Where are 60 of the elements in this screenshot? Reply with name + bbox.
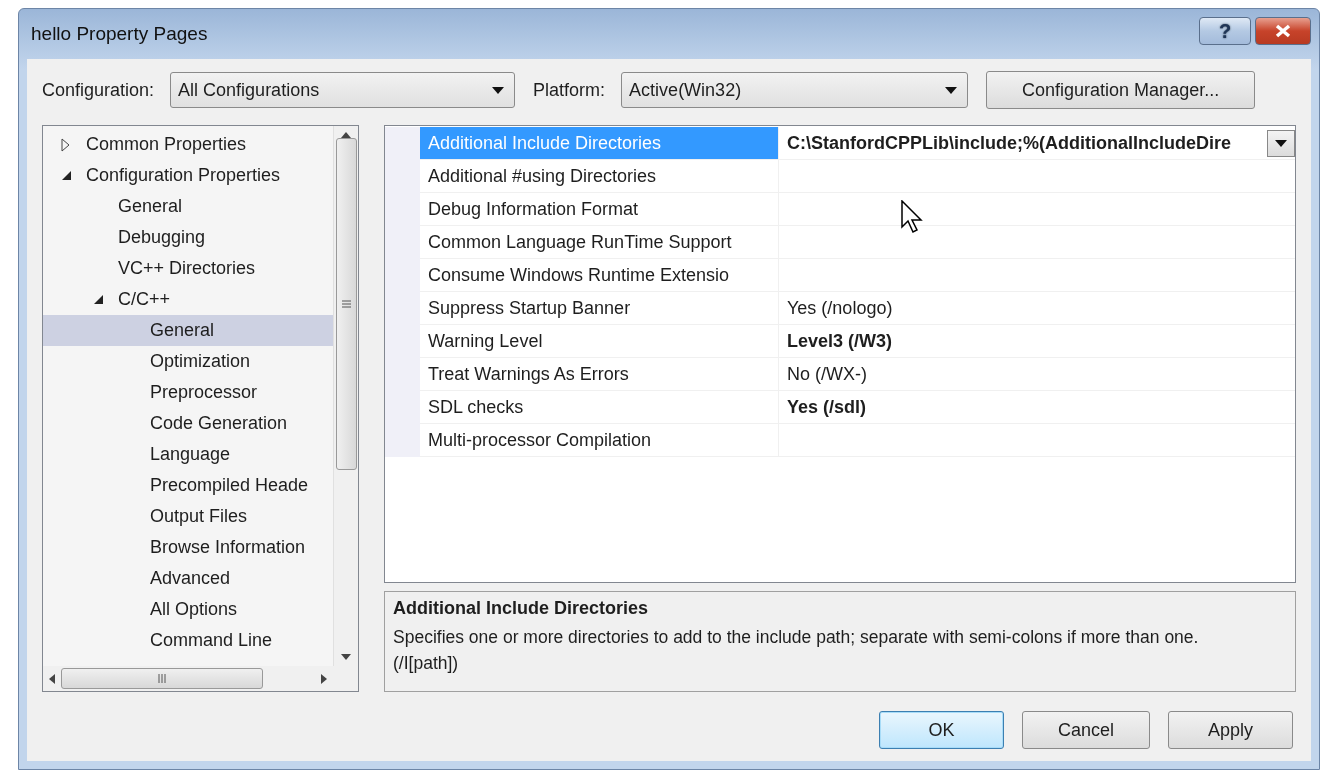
property-name[interactable]: Suppress Startup Banner [420, 292, 779, 325]
tree-item[interactable]: General [43, 315, 333, 346]
expanded-triangle-icon[interactable] [93, 294, 104, 305]
property-name[interactable]: Additional #using Directories [420, 160, 779, 193]
property-name[interactable]: Warning Level [420, 325, 779, 358]
tree-item[interactable]: Debugging [43, 222, 333, 253]
dialog-button[interactable]: Cancel [1022, 711, 1150, 749]
tree-item[interactable]: VC++ Directories [43, 253, 333, 284]
tree-item[interactable]: Precompiled Heade [43, 470, 333, 501]
tree-item[interactable]: All Options [43, 594, 333, 625]
description-text: Specifies one or more directories to add to the include path; separate with semi-colons if more than one. (/I[path]) [393, 626, 1200, 675]
scroll-thumb[interactable] [61, 668, 263, 689]
scroll-left-icon[interactable] [49, 673, 55, 684]
tree-item[interactable]: General [43, 191, 333, 222]
caret-icon [1275, 139, 1287, 147]
tree-item[interactable]: Output Files [43, 501, 333, 532]
configuration-manager-button[interactable]: Configuration Manager... [986, 71, 1256, 109]
vertical-scrollbar[interactable] [333, 126, 358, 666]
close-icon [1275, 24, 1291, 38]
caret-icon [945, 86, 958, 94]
platform-dropdown[interactable]: Active(Win32) [621, 72, 969, 108]
tree-item[interactable]: Advanced [43, 563, 333, 594]
property-name[interactable]: SDL checks [420, 391, 779, 424]
dialog-button[interactable]: OK [879, 711, 1004, 749]
tree-item[interactable]: Browse Information [43, 532, 333, 563]
collapsed-triangle-icon[interactable] [61, 137, 70, 152]
property-name[interactable]: Consume Windows Runtime Extensio [420, 259, 779, 292]
scroll-down-icon[interactable] [341, 654, 351, 660]
tree-item[interactable]: C/C++ [43, 284, 333, 315]
property-value: Yes (/nologo) [787, 297, 893, 319]
property-value: Level3 (/W3) [787, 330, 893, 352]
tree-item[interactable]: Language [43, 439, 333, 470]
help-button[interactable]: ? [1199, 17, 1251, 45]
window-title: hello Property Pages [30, 23, 208, 45]
dialog-button[interactable]: Apply [1168, 711, 1293, 749]
property-value: No (/WX-) [787, 363, 867, 385]
mouse-pointer-icon [901, 200, 925, 234]
property-value: C:\StanfordCPPLib\include;%(AdditionalIncludeDire [787, 132, 1231, 154]
tree-item[interactable]: Optimization [43, 346, 333, 377]
caret-icon [492, 86, 505, 94]
horizontal-scrollbar[interactable] [43, 666, 333, 691]
expanded-triangle-icon[interactable] [61, 170, 72, 181]
tree-item[interactable]: Command Line [43, 625, 333, 656]
property-name[interactable]: Treat Warnings As Errors [420, 358, 779, 391]
property-name[interactable]: Common Language RunTime Support [420, 226, 779, 259]
property-value: Yes (/sdl) [787, 396, 867, 418]
scroll-right-icon[interactable] [321, 673, 327, 684]
property-name[interactable]: Multi-processor Compilation [420, 424, 779, 457]
property-name[interactable]: Debug Information Format [420, 193, 779, 226]
description-title: Additional Include Directories [393, 598, 650, 619]
tree-item[interactable]: Common Properties [43, 129, 333, 160]
tree-item[interactable]: Code Generation [43, 408, 333, 439]
tree-item[interactable]: Preprocessor [43, 377, 333, 408]
platform-label: Platform: [533, 79, 606, 101]
configuration-dropdown[interactable]: All Configurations [170, 72, 516, 108]
dropdown-button[interactable] [1267, 129, 1295, 157]
close-button[interactable] [1255, 17, 1311, 45]
tree-item[interactable]: Configuration Properties [43, 160, 333, 191]
scroll-thumb[interactable] [335, 138, 357, 470]
configuration-label: Configuration: [42, 79, 155, 101]
